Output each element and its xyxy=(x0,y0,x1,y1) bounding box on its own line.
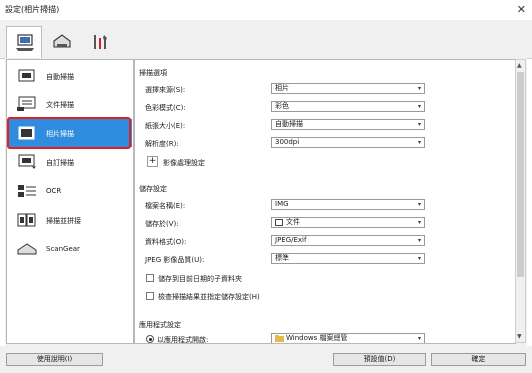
data-format-select[interactable]: JPEG/Exif ▾ xyxy=(271,235,425,246)
color-mode-label: 色彩模式(C): xyxy=(145,104,186,112)
source-select[interactable]: 相片 ▾ xyxy=(271,83,425,94)
chevron-down-icon: ▾ xyxy=(417,255,421,262)
paper-size-label: 紙張大小(E): xyxy=(145,122,186,130)
computer-scan-icon xyxy=(16,34,34,51)
title-bar: 設定(相片掃描) ✕ xyxy=(0,0,532,20)
color-mode-value: 彩色 xyxy=(275,102,289,110)
document-folder-icon xyxy=(275,219,283,226)
open-with-value: Windows 檔案總管 xyxy=(286,334,348,342)
filename-value: IMG xyxy=(275,200,289,208)
filename-select[interactable]: IMG ▾ xyxy=(271,199,425,210)
paper-size-select[interactable]: 自動掃描 ▾ xyxy=(271,119,425,130)
defaults-button[interactable]: 預設值(D) xyxy=(333,353,426,366)
scangear-icon xyxy=(17,243,37,255)
jpeg-quality-value: 標準 xyxy=(275,254,289,262)
resolution-label: 解析度(R): xyxy=(145,140,179,148)
tab-bar xyxy=(0,20,532,59)
window-title: 設定(相片掃描) xyxy=(5,5,60,14)
sidebar-item-stitch[interactable]: 掃描並拼接 xyxy=(8,206,132,234)
open-with-radio[interactable] xyxy=(146,335,154,343)
ocr-icon xyxy=(18,185,36,197)
expand-image-processing-button[interactable]: + xyxy=(147,156,158,167)
bottom-bar: 使用說明(I) 預設值(D) 確定 xyxy=(0,346,532,373)
close-icon[interactable]: ✕ xyxy=(517,3,526,16)
chevron-down-icon: ▾ xyxy=(417,85,421,92)
scan-options-title: 掃描選項 xyxy=(139,69,167,77)
image-processing-label: 影像處理設定 xyxy=(163,159,205,167)
sidebar-item-auto-scan[interactable]: 自動掃描 xyxy=(8,62,132,90)
app-settings-title: 應用程式設定 xyxy=(139,321,181,329)
chevron-down-icon: ▾ xyxy=(417,121,421,128)
scrollbar-thumb[interactable] xyxy=(517,72,524,277)
scanner-panel-icon xyxy=(53,34,71,48)
source-value: 相片 xyxy=(275,84,289,92)
chevron-down-icon: ▾ xyxy=(417,139,421,146)
source-label: 選擇來源(S): xyxy=(145,86,186,94)
scroll-up-icon[interactable]: ▲ xyxy=(517,62,522,69)
chevron-down-icon: ▾ xyxy=(417,335,421,342)
sidebar-item-custom-scan[interactable]: 自訂掃描 xyxy=(8,148,132,176)
data-format-value: JPEG/Exif xyxy=(275,236,307,244)
scroll-down-icon[interactable]: ▼ xyxy=(517,333,522,340)
save-in-label: 儲存於(V): xyxy=(145,220,179,228)
paper-size-value: 自動掃描 xyxy=(275,120,303,128)
filename-label: 檔案名稱(E): xyxy=(145,202,186,210)
resolution-select[interactable]: 300dpi ▾ xyxy=(271,137,425,148)
auto-scan-icon xyxy=(18,69,35,82)
check-result-label: 檢查掃描結果並指定儲存設定(H) xyxy=(158,293,260,301)
sidebar-item-scangear[interactable]: ScanGear xyxy=(8,235,132,263)
resolution-value: 300dpi xyxy=(275,138,300,146)
sidebar-item-label: OCR xyxy=(46,187,62,195)
sidebar-item-label: 文件掃描 xyxy=(46,101,74,109)
chevron-down-icon: ▾ xyxy=(417,201,421,208)
tab-scan-from-computer[interactable] xyxy=(6,26,42,59)
open-with-label: 以應用程式開啟: xyxy=(157,336,209,344)
sidebar: 自動掃描 文件掃描 相片掃描 自訂掃描 OCR 掃描並拼接 ScanGear xyxy=(6,59,134,344)
ok-button[interactable]: 確定 xyxy=(431,353,526,366)
file-explorer-icon xyxy=(275,335,284,342)
tools-icon xyxy=(94,35,107,49)
custom-scan-icon xyxy=(18,154,36,169)
sidebar-item-ocr[interactable]: OCR xyxy=(8,177,132,205)
jpeg-quality-select[interactable]: 標準 ▾ xyxy=(271,253,425,264)
save-settings-title: 儲存設定 xyxy=(139,185,167,193)
sidebar-item-label: 掃描並拼接 xyxy=(46,217,81,225)
sidebar-item-label: 自動掃描 xyxy=(46,73,74,81)
check-result-checkbox[interactable] xyxy=(146,292,154,300)
chevron-down-icon: ▾ xyxy=(417,219,421,226)
tab-scan-from-panel[interactable] xyxy=(44,26,80,57)
document-scan-icon xyxy=(17,96,36,111)
settings-panel: 掃描選項 選擇來源(S): 相片 ▾ 色彩模式(C): 彩色 ▾ 紙張大小(E): … xyxy=(134,59,516,344)
sidebar-item-label: ScanGear xyxy=(46,245,80,253)
color-mode-select[interactable]: 彩色 ▾ xyxy=(271,101,425,112)
chevron-down-icon: ▾ xyxy=(417,237,421,244)
selection-highlight-box xyxy=(7,117,131,149)
chevron-down-icon: ▾ xyxy=(417,103,421,110)
open-with-select[interactable]: Windows 檔案總管 ▾ xyxy=(271,333,425,343)
stitch-icon xyxy=(17,213,36,227)
save-in-value: 文件 xyxy=(286,218,300,226)
save-in-select[interactable]: 文件 ▾ xyxy=(271,217,425,228)
jpeg-quality-label: JPEG 影像品質(U): xyxy=(145,256,205,264)
data-format-label: 資料格式(O): xyxy=(145,238,187,246)
subfolder-checkbox[interactable] xyxy=(146,274,154,282)
subfolder-label: 儲存到目前日期的子資料夾 xyxy=(158,275,242,283)
help-button[interactable]: 使用說明(I) xyxy=(6,353,103,366)
sidebar-item-label: 自訂掃描 xyxy=(46,159,74,167)
tab-general-settings[interactable] xyxy=(82,26,118,57)
vertical-scrollbar[interactable]: ▲ ▼ xyxy=(515,59,526,343)
sidebar-item-document-scan[interactable]: 文件掃描 xyxy=(8,90,132,118)
